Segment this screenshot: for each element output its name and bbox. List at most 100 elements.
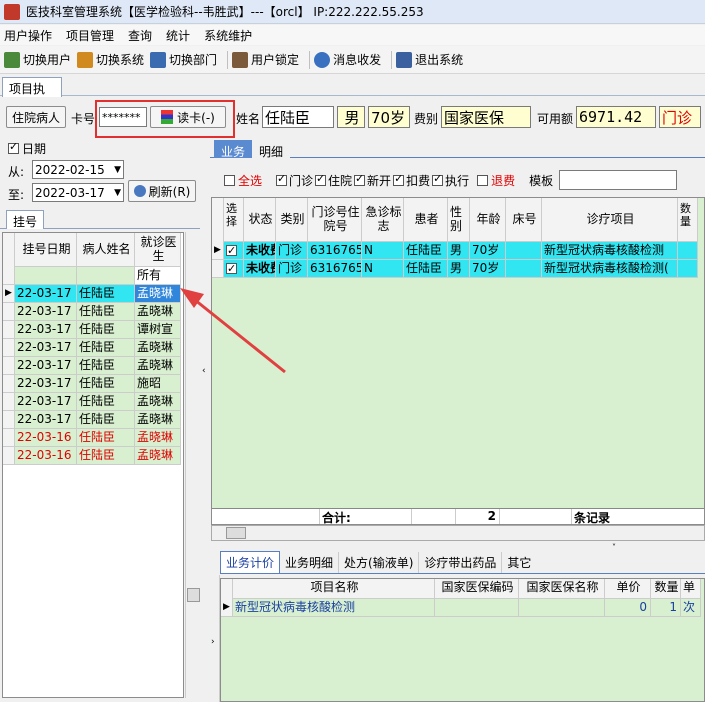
tab-pricing[interactable]: 业务计价 bbox=[220, 551, 281, 573]
menu-user-ops[interactable]: 用户操作 bbox=[4, 27, 52, 44]
scroll-thumb[interactable] bbox=[226, 527, 246, 539]
reg-date-cell: 22-03-16 bbox=[15, 429, 77, 446]
urgent-cell: N bbox=[362, 242, 404, 259]
tab-detail[interactable]: 明细 bbox=[252, 140, 291, 159]
left-panel: 日期 从: 2022-02-15 ▼ 至: 2022-03-17 ▼ 刷新(R)… bbox=[0, 136, 206, 702]
records-label: 条记录 bbox=[574, 511, 611, 525]
template-select[interactable] bbox=[559, 170, 678, 190]
reg-date-cell: 22-03-17 bbox=[15, 411, 77, 428]
scroll-thumb[interactable] bbox=[187, 588, 200, 602]
status-cell: 未收费 bbox=[244, 260, 276, 277]
charged-checkbox[interactable] bbox=[393, 172, 405, 186]
user-lock-button[interactable]: 用户锁定 bbox=[232, 51, 299, 68]
reg-date-cell: 22-03-17 bbox=[15, 339, 77, 356]
item-cell: 新型冠状病毒核酸检测 bbox=[542, 242, 678, 259]
reg-name-cell: 任陆臣 bbox=[77, 393, 135, 410]
annotation-arrow bbox=[180, 288, 286, 374]
menu-system-maint[interactable]: 系统维护 bbox=[204, 27, 252, 44]
tab-other[interactable]: 其它 bbox=[502, 552, 536, 573]
item-cell: 新型冠状病毒核酸检测( bbox=[542, 260, 678, 277]
reg-name-cell: 任陆臣 bbox=[77, 429, 135, 446]
toolbar-separator bbox=[309, 50, 311, 69]
table-row[interactable]: 未收费门诊6316765N任陆臣男70岁 新型冠状病毒核酸检测( bbox=[212, 260, 698, 278]
reg-date-cell: 22-03-17 bbox=[15, 375, 77, 392]
date-checkbox[interactable]: 日期 bbox=[8, 140, 46, 157]
splitter-arrow-icon[interactable]: ˅ bbox=[612, 543, 616, 552]
patient-age: 70岁 bbox=[368, 106, 410, 128]
inpatient-button[interactable]: 住院病人 bbox=[6, 106, 66, 128]
table-row[interactable]: 22-03-16 任陆臣 孟晓琳 bbox=[3, 447, 181, 465]
inpatient-checkbox[interactable] bbox=[315, 172, 327, 186]
category-cell: 门诊 bbox=[276, 242, 308, 259]
from-date-picker[interactable]: 2022-02-15 ▼ bbox=[32, 160, 124, 179]
to-date-picker[interactable]: 2022-03-17 ▼ bbox=[32, 183, 124, 202]
read-card-button[interactable]: 读卡(-) bbox=[150, 106, 226, 128]
business-hscrollbar[interactable] bbox=[211, 525, 705, 541]
reg-name-cell: 任陆臣 bbox=[77, 321, 135, 338]
tab-registration[interactable]: 挂号 bbox=[6, 210, 45, 229]
menu-bar: 用户操作 项目管理 查询 统计 系统维护 bbox=[0, 25, 705, 45]
tab-business-detail[interactable]: 业务明细 bbox=[280, 552, 340, 573]
urgent-cell: N bbox=[362, 260, 404, 277]
outpatient-checkbox[interactable] bbox=[276, 172, 288, 186]
refund-checkbox[interactable] bbox=[477, 174, 489, 186]
app-icon bbox=[4, 3, 20, 20]
checkbox-icon bbox=[226, 242, 237, 259]
table-row[interactable]: ▶未收费门诊6316765N任陆臣男70岁新型冠状病毒核酸检测 bbox=[212, 242, 698, 260]
execute-checkbox[interactable] bbox=[432, 172, 444, 186]
switch-system-button[interactable]: 切换系统 bbox=[77, 51, 144, 68]
select-all-checkbox[interactable] bbox=[224, 174, 235, 186]
from-label: 从: bbox=[8, 165, 25, 179]
switch-system-icon bbox=[77, 51, 94, 68]
visit-type: 门诊 bbox=[659, 106, 701, 128]
message-button[interactable]: 消息收发 bbox=[314, 51, 381, 68]
patient-sex: 男 bbox=[337, 106, 365, 128]
reg-date-cell: 22-03-17 bbox=[15, 321, 77, 338]
visit-no-cell: 6316765 bbox=[310, 260, 362, 277]
table-row[interactable]: 22-03-17 任陆臣 孟晓琳 bbox=[3, 393, 181, 411]
tab-drugs[interactable]: 诊疗带出药品 bbox=[419, 552, 503, 573]
name-label: 姓名 bbox=[236, 112, 261, 126]
table-row[interactable]: ▶ 新型冠状病毒核酸检测 0 1 次 bbox=[221, 599, 701, 617]
bed-cell bbox=[506, 242, 542, 259]
menu-stats[interactable]: 统计 bbox=[166, 27, 190, 44]
sex-cell: 男 bbox=[448, 242, 470, 259]
reg-name-cell: 任陆臣 bbox=[77, 411, 135, 428]
table-header: 项目名称 国家医保编码 国家医保名称 单价 数量 单 bbox=[221, 579, 701, 599]
table-row[interactable]: 22-03-16 任陆臣 孟晓琳 bbox=[3, 429, 181, 447]
available-label: 可用额 bbox=[537, 112, 574, 126]
patient-cell: 任陆臣 bbox=[404, 242, 448, 259]
switch-user-button[interactable]: 切换用户 bbox=[4, 51, 71, 68]
menu-project-mgmt[interactable]: 项目管理 bbox=[66, 27, 114, 44]
bed-cell bbox=[506, 260, 542, 277]
card-number-input[interactable]: ******* bbox=[99, 107, 147, 127]
menu-query[interactable]: 查询 bbox=[128, 27, 152, 44]
exit-button[interactable]: 退出系统 bbox=[396, 51, 463, 68]
tab-project-execute[interactable]: 项目执行 bbox=[2, 77, 62, 113]
checkbox-icon bbox=[8, 140, 19, 154]
main-tabstrip: 项目执行 bbox=[0, 76, 705, 113]
reg-doctor-cell: 孟晓琳 bbox=[135, 411, 181, 428]
refresh-button[interactable]: 刷新(R) bbox=[128, 180, 196, 202]
tab-prescription[interactable]: 处方(输液单) bbox=[339, 552, 420, 573]
tab-business[interactable]: 业务 bbox=[214, 140, 253, 159]
table-header: 选择 状态 类别 门诊号住院号 急诊标志 患者 性别 年龄 床号 诊疗项目 数量 bbox=[212, 198, 698, 242]
select-checkbox[interactable] bbox=[224, 242, 244, 259]
reg-doctor-cell: 孟晓琳 bbox=[135, 393, 181, 410]
patient-name: 任陆臣 bbox=[262, 106, 334, 128]
chevron-down-icon: ▼ bbox=[114, 187, 121, 198]
title-bar: 医技科室管理系统【医学检验科--韦胜武】---【orcl】 IP:222.222… bbox=[0, 0, 705, 24]
select-checkbox[interactable] bbox=[224, 260, 244, 277]
sum-label: 合计: bbox=[320, 509, 412, 524]
collapse-arrow-icon[interactable]: › bbox=[211, 637, 215, 647]
toolbar: 切换用户 切换系统 切换部门 用户锁定 消息收发 退出系统 bbox=[0, 46, 705, 74]
reg-date-cell: 22-03-17 bbox=[15, 285, 77, 302]
switch-department-button[interactable]: 切换部门 bbox=[150, 51, 217, 68]
new-open-checkbox[interactable] bbox=[354, 172, 366, 186]
patient-cell: 任陆臣 bbox=[404, 260, 448, 277]
to-label: 至: bbox=[8, 188, 25, 202]
checkbox-icon bbox=[226, 260, 237, 277]
table-row[interactable]: 22-03-17 任陆臣 孟晓琳 bbox=[3, 411, 181, 429]
reg-date-cell: 22-03-17 bbox=[15, 303, 77, 320]
age-cell: 70岁 bbox=[470, 242, 506, 259]
